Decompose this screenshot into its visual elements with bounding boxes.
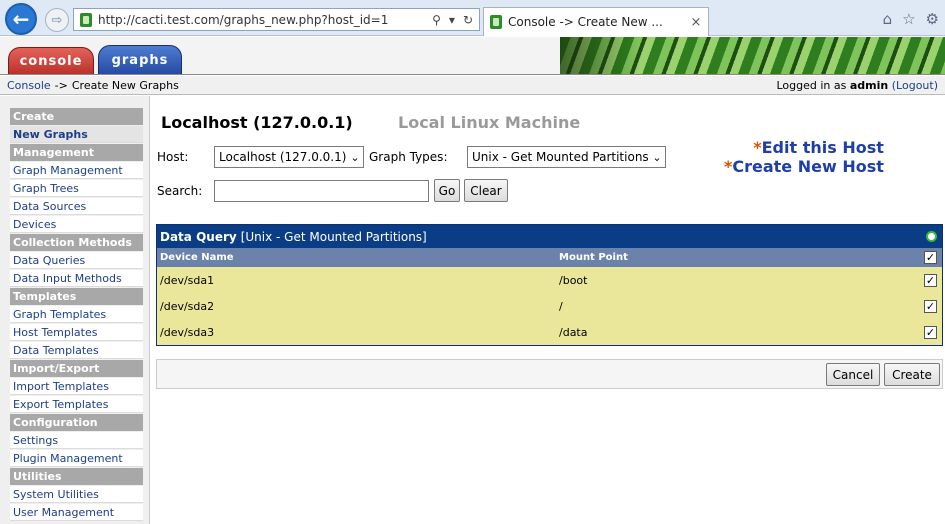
table-row[interactable]: /dev/sda3/data ✓ [157,319,942,345]
search-input[interactable] [214,180,429,202]
column-header-mount: Mount Point [559,252,628,263]
login-user: admin [849,78,889,92]
sidebar-section-collection-methods: Collection Methods [10,234,143,251]
cacti-favicon-icon [490,15,502,29]
cancel-button[interactable]: Cancel [826,363,880,386]
mount-point-cell: /boot [559,273,588,287]
sidebar-item-devices[interactable]: Devices [10,216,143,233]
create-host-link[interactable]: Create New Host [732,157,884,176]
table-row[interactable]: /dev/sda1/boot ✓ [157,267,942,293]
browser-toolbar: ← ⇨ http://cacti.test.com/graphs_new.php… [0,0,945,36]
page-title: Localhost (127.0.0.1) [161,113,353,132]
tab-title: Console -> Create New ... [508,15,663,29]
sidebar-item-data-sources[interactable]: Data Sources [10,198,143,215]
sidebar-item-system-utilities[interactable]: System Utilities [10,486,143,503]
sidebar-item-graph-templates[interactable]: Graph Templates [10,306,143,323]
go-button[interactable]: Go [434,179,460,202]
sidebar-item-import-templates[interactable]: Import Templates [10,378,143,395]
forward-button[interactable]: ⇨ [45,8,69,32]
sidebar-section-configuration: Configuration [10,414,143,431]
login-prefix: Logged in as [776,78,847,92]
home-icon[interactable]: ⌂ [883,10,893,28]
sidebar-section-utilities: Utilities [10,468,143,485]
sidebar-item-new-graphs[interactable]: New Graphs [10,126,143,143]
breadcrumb-separator: -> [54,78,68,92]
dropdown-icon[interactable]: ▾ [449,13,455,27]
table-row[interactable]: /dev/sda2 / ✓ [157,293,942,319]
data-query-subtitle: [Unix - Get Mounted Partitions] [240,229,427,244]
search-icon[interactable]: ⚲ [432,13,441,27]
select-all-checkbox[interactable]: ✓ [924,251,937,264]
data-query-title: Data Query [160,229,237,244]
cactus-banner-shade [560,37,640,74]
sidebar-section-import-export: Import/Export [10,360,143,377]
refresh-icon[interactable]: ↻ [463,13,473,27]
sidebar-section-management: Management [10,144,143,161]
row-checkbox[interactable]: ✓ [924,325,937,339]
sidebar-item-export-templates[interactable]: Export Templates [10,396,143,413]
sidebar-item-host-templates[interactable]: Host Templates [10,324,143,341]
chevron-down-icon: ⌄ [652,150,662,164]
sidebar-item-graph-management[interactable]: Graph Management [10,162,143,179]
host-description: Local Linux Machine [398,113,581,132]
favorites-star-icon[interactable]: ☆ [902,10,915,28]
cacti-header: console graphs [0,37,945,75]
mount-point-cell: /data [559,325,588,339]
sidebar-item-data-input-methods[interactable]: Data Input Methods [10,270,143,287]
chevron-down-icon: ⌄ [350,150,360,164]
action-bar: Cancel Create [156,359,943,389]
data-query-header: Data Query [Unix - Get Mounted Partition… [157,225,942,248]
breadcrumb-console-link[interactable]: Console [7,79,51,92]
mount-point-cell: / [559,299,563,313]
browser-tab[interactable]: Console -> Create New ... × [483,7,709,36]
edit-host-link[interactable]: Edit this Host [762,138,884,157]
search-label: Search: [157,184,203,198]
tab-graphs[interactable]: graphs [98,45,182,74]
address-url[interactable]: http://cacti.test.com/graphs_new.php?hos… [98,13,432,27]
device-name-cell: /dev/sda1 [160,273,215,287]
status-circle-icon [926,231,937,242]
row-checkbox[interactable]: ✓ [924,299,937,313]
device-name-cell: /dev/sda2 [160,299,215,313]
back-button[interactable]: ← [5,3,37,35]
graph-types-select[interactable]: Unix - Get Mounted Partitions ⌄ [467,146,666,168]
sidebar-item-data-templates[interactable]: Data Templates [10,342,143,359]
table-header-row: Device Name Mount Point ✓ [157,248,942,267]
host-select-value: Localhost (127.0.0.1) [219,150,347,164]
sidebar-item-user-management[interactable]: User Management [10,504,143,521]
sidebar: Create New Graphs Management Graph Manageme… [0,96,150,524]
graph-types-label: Graph Types: [369,150,448,164]
sidebar-section-create: Create [10,108,143,125]
host-links: *Edit this Host *Create New Host [724,138,884,176]
sidebar-item-data-queries[interactable]: Data Queries [10,252,143,269]
logout-link[interactable]: (Logout) [892,79,938,92]
breadcrumb: Console -> Create New Graphs Logged in a… [0,76,945,95]
device-name-cell: /dev/sda3 [160,325,215,339]
column-header-device: Device Name [160,252,234,263]
create-button[interactable]: Create [884,363,940,386]
host-select[interactable]: Localhost (127.0.0.1) ⌄ [214,146,364,168]
host-label: Host: [157,150,189,164]
row-checkbox[interactable]: ✓ [924,273,937,287]
tab-console[interactable]: console [8,47,94,74]
graph-types-value: Unix - Get Mounted Partitions [472,150,649,164]
star-marker: * [753,138,762,157]
close-tab-icon[interactable]: × [688,15,704,30]
clear-button[interactable]: Clear [464,179,508,202]
sidebar-item-plugin-management[interactable]: Plugin Management [10,450,143,467]
cacti-favicon-icon [80,12,92,27]
address-bar[interactable]: http://cacti.test.com/graphs_new.php?hos… [73,8,480,31]
sidebar-section-templates: Templates [10,288,143,305]
gear-icon[interactable]: ⚙ [926,10,939,28]
data-query-table: Data Query [Unix - Get Mounted Partition… [156,224,943,346]
login-status: Logged in as admin (Logout) [777,79,939,92]
breadcrumb-current: Create New Graphs [71,78,179,92]
sidebar-item-graph-trees[interactable]: Graph Trees [10,180,143,197]
sidebar-item-settings[interactable]: Settings [10,432,143,449]
